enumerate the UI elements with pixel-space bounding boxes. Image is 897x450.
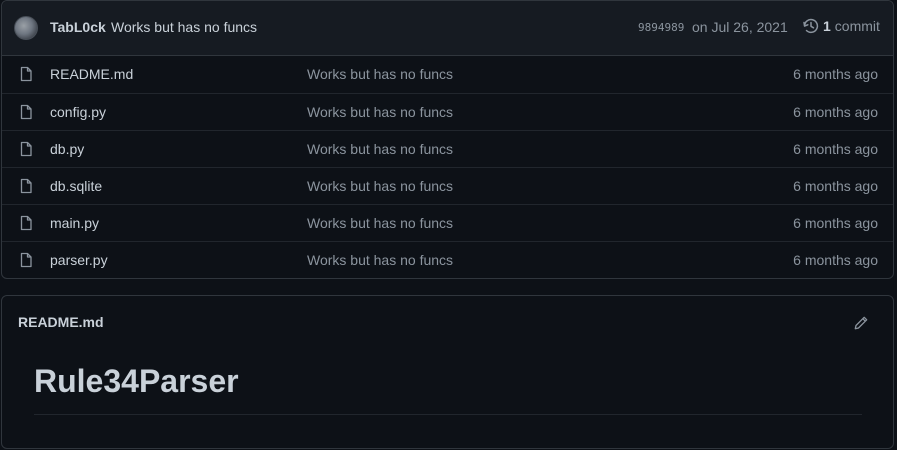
file-row[interactable]: main.py Works but has no funcs 6 months …	[2, 204, 893, 241]
file-commit-message-link[interactable]: Works but has no funcs	[307, 252, 453, 268]
avatar[interactable]	[14, 16, 38, 40]
file-commit-message-link[interactable]: Works but has no funcs	[307, 104, 453, 120]
file-name-link[interactable]: db.py	[50, 141, 84, 157]
history-icon	[803, 18, 819, 34]
commit-history-link[interactable]: 1 commit	[803, 18, 880, 34]
commit-count-label: commit	[834, 18, 880, 34]
file-icon	[20, 252, 32, 268]
commit-count: 1	[823, 18, 831, 34]
file-age: 6 months ago	[793, 178, 878, 194]
file-list: README.md Works but has no funcs 6 month…	[2, 56, 893, 278]
commit-message-link[interactable]: Works but has no funcs	[111, 19, 257, 35]
readme-header: README.md	[2, 296, 893, 348]
file-row[interactable]: db.sqlite Works but has no funcs 6 month…	[2, 167, 893, 204]
file-icon	[20, 215, 32, 231]
file-age: 6 months ago	[793, 141, 878, 157]
file-name-link[interactable]: README.md	[50, 66, 133, 82]
heading-divider	[34, 414, 862, 415]
file-name-link[interactable]: parser.py	[50, 252, 108, 268]
file-age: 6 months ago	[793, 215, 878, 231]
file-icon	[20, 141, 32, 157]
file-age: 6 months ago	[793, 66, 878, 82]
file-age: 6 months ago	[793, 252, 878, 268]
file-name-link[interactable]: main.py	[50, 215, 99, 231]
file-age: 6 months ago	[793, 104, 878, 120]
file-commit-message-link[interactable]: Works but has no funcs	[307, 66, 453, 82]
file-row[interactable]: config.py Works but has no funcs 6 month…	[2, 93, 893, 130]
file-browser: TabL0ck Works but has no funcs 9894989 o…	[1, 0, 894, 279]
commit-sha-link[interactable]: 9894989	[638, 21, 684, 34]
file-name-link[interactable]: config.py	[50, 104, 106, 120]
file-commit-message-link[interactable]: Works but has no funcs	[307, 178, 453, 194]
file-icon	[20, 178, 32, 194]
file-commit-message-link[interactable]: Works but has no funcs	[307, 215, 453, 231]
readme-filename: README.md	[18, 314, 104, 330]
commit-date: on Jul 26, 2021	[692, 19, 788, 35]
latest-commit-bar: TabL0ck Works but has no funcs 9894989 o…	[2, 1, 893, 56]
pencil-icon[interactable]	[853, 315, 869, 331]
file-icon	[20, 104, 32, 120]
file-commit-message-link[interactable]: Works but has no funcs	[307, 141, 453, 157]
readme-heading: Rule34Parser	[34, 363, 239, 399]
commit-author-link[interactable]: TabL0ck	[50, 19, 106, 35]
file-row[interactable]: parser.py Works but has no funcs 6 month…	[2, 241, 893, 278]
readme-panel: README.md Rule34Parser	[1, 295, 894, 449]
file-name-link[interactable]: db.sqlite	[50, 178, 102, 194]
file-icon	[20, 66, 32, 82]
file-row[interactable]: README.md Works but has no funcs 6 month…	[2, 56, 893, 93]
file-row[interactable]: db.py Works but has no funcs 6 months ag…	[2, 130, 893, 167]
